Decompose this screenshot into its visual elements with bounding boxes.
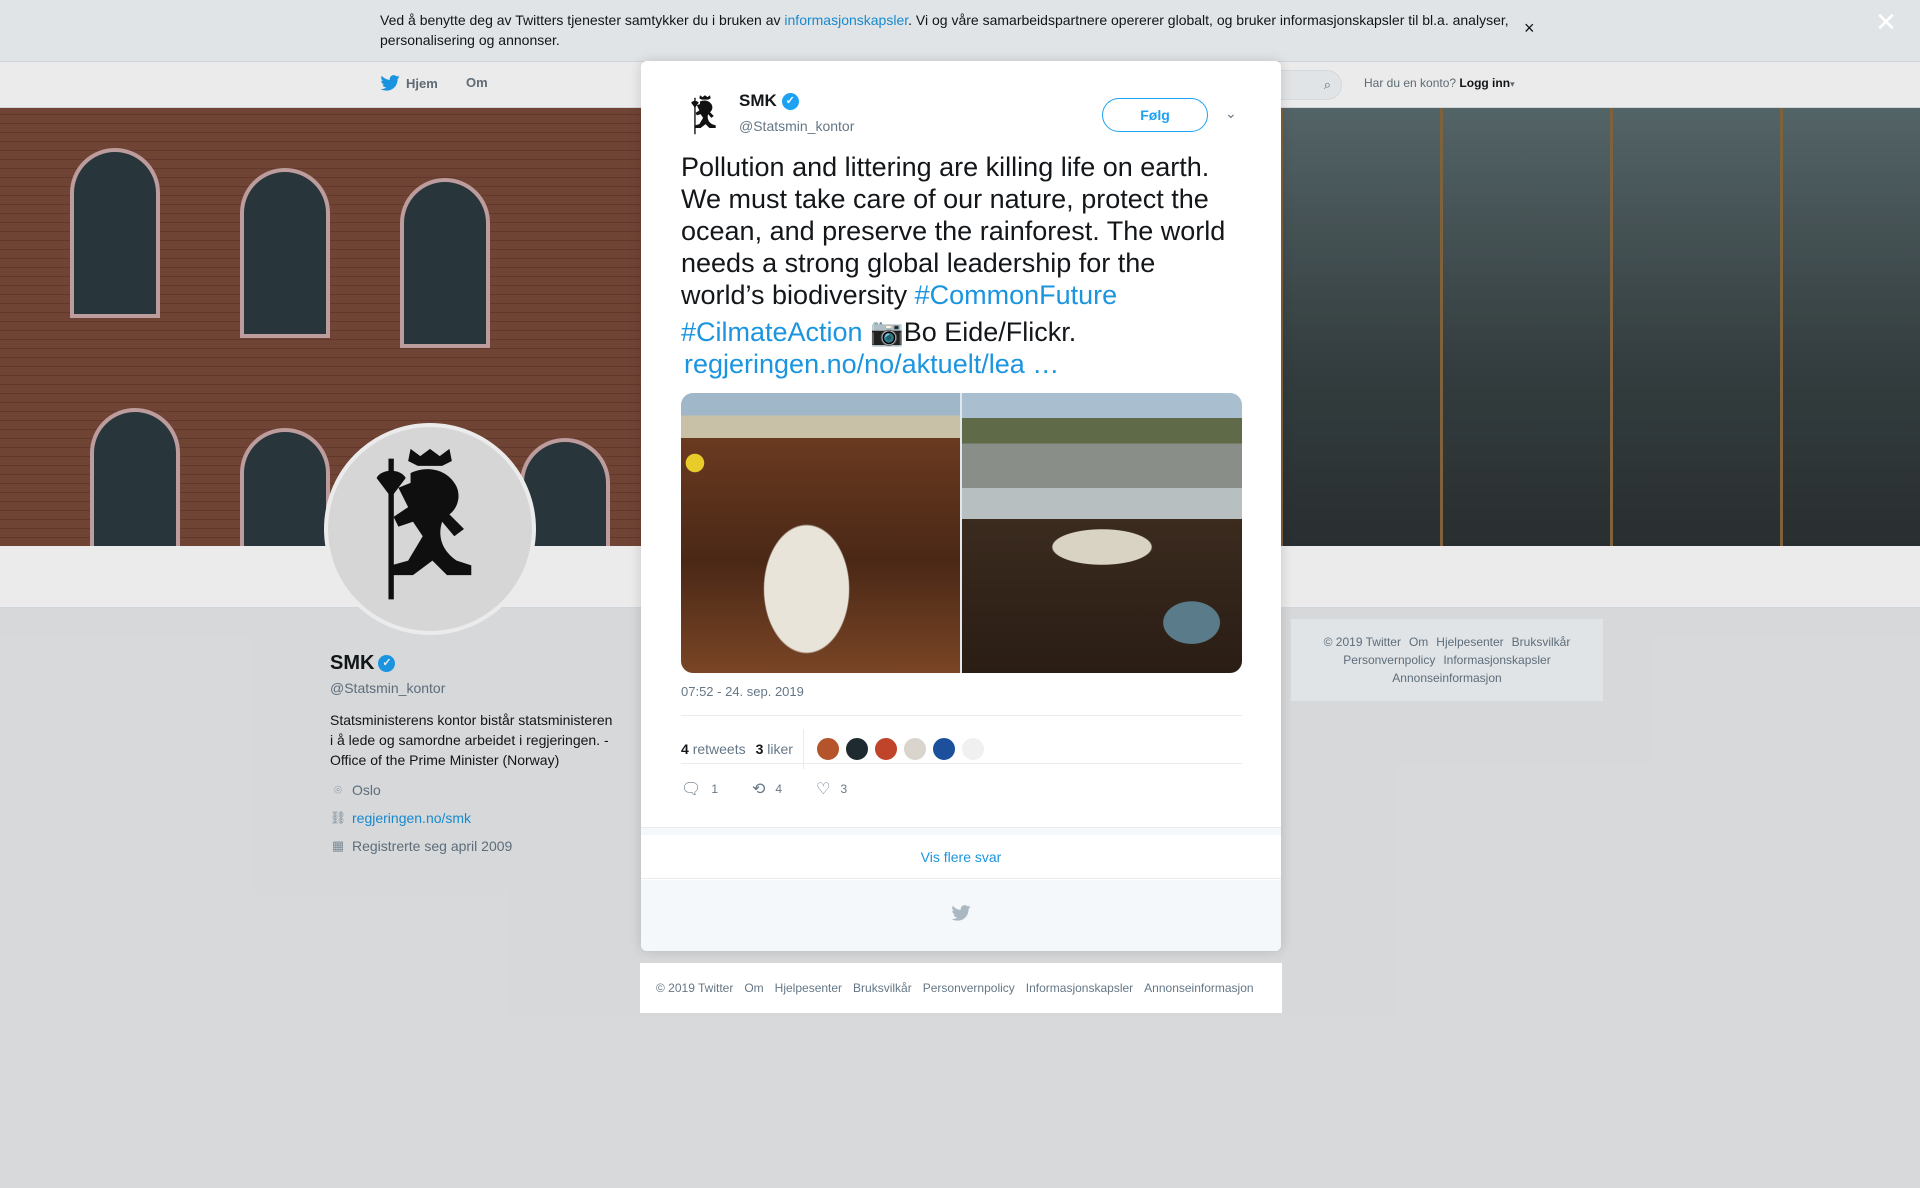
heart-icon: ♡ [816,781,831,798]
liker-avatar[interactable] [902,737,927,761]
tweet-author-name[interactable]: SMK ✓ [739,91,799,111]
hashtag-link[interactable]: #CilmateAction [681,317,863,347]
liker-avatar[interactable] [960,737,985,761]
like-button[interactable]: ♡ 3 [816,779,847,799]
like-count[interactable]: 3 liker [756,741,793,757]
camera-icon: 📷 [870,317,904,347]
tweet-media [681,393,1242,673]
photo-credit: Bo Eide/Flickr. [903,317,1077,347]
footer-cookies-link[interactable]: Informasjonskapsler [1026,981,1133,995]
liker-avatar[interactable] [873,737,898,761]
tweet-photo-dead-bird[interactable] [681,393,960,673]
like-action-count: 3 [840,782,848,796]
tweet-avatar[interactable] [681,92,729,140]
retweet-count-value: 4 [681,741,689,757]
tweet-author-name-text: SMK [739,91,777,110]
reply-icon: 🗨 [681,781,702,798]
tweet-author-handle[interactable]: @Statsmin_kontor [739,118,854,134]
twitter-bird-icon [951,905,971,926]
reply-button[interactable]: 🗨 1 [681,779,718,799]
modal-footer: © 2019 Twitter Om Hjelpesenter Bruksvilk… [640,963,1282,1013]
follow-button[interactable]: Følg [1102,98,1208,132]
footer-privacy-link[interactable]: Personvernpolicy [923,981,1015,995]
tweet-timestamp[interactable]: 07:52 - 24. sep. 2019 [681,684,804,699]
retweet-count-label: retweets [692,741,746,757]
divider [681,763,1242,764]
liker-avatar[interactable] [931,737,956,761]
show-more-replies-button[interactable]: Vis flere svar [641,835,1281,879]
footer-ads-link[interactable]: Annonseinformasjon [1144,981,1253,995]
retweet-action-count: 4 [775,782,783,796]
divider [681,715,1242,716]
footer-copyright: © 2019 Twitter [656,981,734,995]
tweet-modal: SMK ✓ @Statsmin_kontor Følg ⌄ Pollution … [641,61,1281,951]
divider [641,827,1281,835]
tweet-text: Pollution and littering are killing life… [681,151,1246,380]
verified-badge-icon: ✓ [781,92,799,110]
modal-bottom [641,880,1281,951]
tweet-actions: 🗨 1 ⟲ 4 ♡ 3 [681,775,881,803]
tweet-photo-littered-beach[interactable] [962,393,1242,673]
footer-terms-link[interactable]: Bruksvilkår [853,981,912,995]
tweet-url-link[interactable]: regjeringen.no/no/aktuelt/lea … [684,348,1246,380]
like-count-label: liker [767,741,793,757]
hashtag-link[interactable]: #CommonFuture [915,280,1118,310]
liker-avatars [815,737,985,761]
reply-count: 1 [711,782,718,796]
footer-help-link[interactable]: Hjelpesenter [775,981,842,995]
like-count-value: 3 [755,741,764,757]
liker-avatar[interactable] [844,737,869,761]
lion-crest-icon [691,95,716,135]
retweet-count[interactable]: 4 retweets [681,741,746,757]
footer-about-link[interactable]: Om [744,981,763,995]
close-icon[interactable]: ✕ [1874,9,1898,35]
retweet-icon: ⟲ [752,781,766,798]
chevron-down-icon[interactable]: ⌄ [1225,105,1237,122]
retweet-button[interactable]: ⟲ 4 [752,779,782,799]
liker-avatar[interactable] [815,737,840,761]
tweet-text-line: #CilmateAction 📷Bo Eide/Flickr. [681,316,1246,348]
